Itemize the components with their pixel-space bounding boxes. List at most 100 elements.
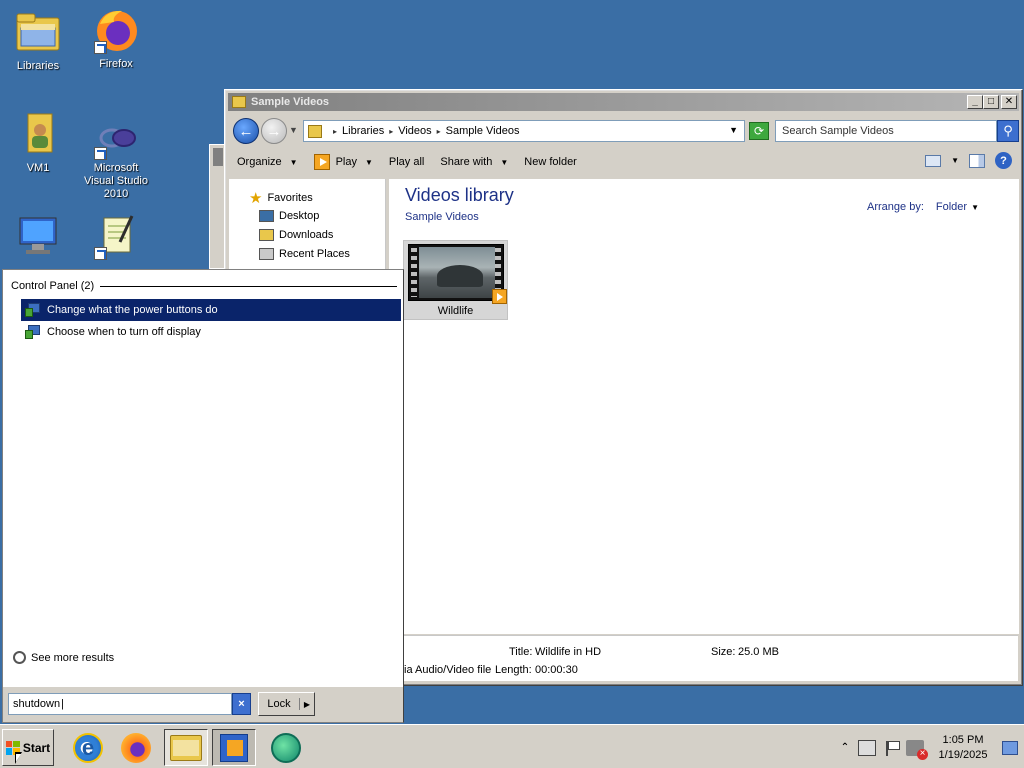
desktop-icon-visual-studio[interactable]: Microsoft Visual Studio 2010: [78, 118, 154, 201]
desktop-icon-label: Firefox: [99, 58, 133, 70]
volume-muted-icon[interactable]: [906, 739, 928, 760]
chevron-down-icon: ▼: [971, 203, 979, 212]
address-dropdown-icon[interactable]: ▼: [729, 125, 738, 135]
clock[interactable]: 1:05 PM 1/19/2025: [930, 733, 996, 763]
shortcut-arrow-icon: [94, 147, 107, 160]
nav-item-recent-places[interactable]: Recent Places: [259, 248, 350, 260]
network-icon[interactable]: [858, 739, 876, 756]
desktop-icon-computer[interactable]: [0, 212, 76, 264]
window-title: Sample Videos: [251, 96, 330, 108]
show-desktop-icon[interactable]: [1002, 740, 1018, 755]
back-button[interactable]: ←: [233, 118, 259, 144]
help-icon[interactable]: ?: [995, 152, 1012, 169]
view-chevron-down-icon[interactable]: ▼: [951, 156, 959, 165]
divider: [100, 285, 397, 287]
address-row: ← → ▼ ▸ Libraries ▸ Videos ▸ Sample Vide…: [229, 116, 1019, 144]
nav-item-downloads[interactable]: Downloads: [259, 229, 333, 241]
details-type: ia Audio/Video file: [404, 664, 492, 676]
shortcut-arrow-icon: [94, 41, 107, 54]
video-play-icon: [492, 289, 507, 304]
forward-button[interactable]: →: [261, 118, 287, 144]
firefox-icon: [92, 6, 140, 54]
search-icon[interactable]: ⚲: [997, 120, 1019, 142]
organize-label: Organize: [237, 156, 282, 168]
see-more-results-link[interactable]: See more results: [13, 651, 114, 664]
search-result-turn-off-display[interactable]: Choose when to turn off display: [21, 321, 401, 343]
recent-pages-chevron-icon[interactable]: ▼: [289, 125, 298, 135]
details-length-value: 00:00:30: [535, 664, 578, 676]
system-tray: ⌃ 1:05 PM 1/19/2025: [838, 729, 1024, 766]
desktop-icon-notepad[interactable]: [78, 212, 154, 264]
see-more-label: See more results: [31, 651, 115, 664]
desktop-icon: [259, 210, 274, 222]
library-title: Videos library: [405, 185, 514, 205]
preview-pane-icon[interactable]: [969, 153, 985, 168]
desktop-icon-label: Microsoft Visual Studio 2010: [83, 162, 148, 200]
desktop-icon-label: Libraries: [16, 60, 60, 72]
star-icon: ★: [249, 190, 263, 207]
start-menu-bottom-bar: shutdown | × Lock ▶: [3, 686, 403, 722]
share-with-button[interactable]: Share with ▼: [432, 150, 516, 174]
maximize-button[interactable]: □: [983, 95, 999, 109]
chevron-right-icon[interactable]: ▶: [300, 700, 314, 709]
play-icon: [313, 154, 330, 170]
chat-app-icon: [271, 732, 301, 763]
breadcrumb-libraries[interactable]: Libraries: [342, 125, 384, 137]
refresh-button[interactable]: ⟳: [749, 122, 769, 140]
shortcut-arrow-icon: [94, 247, 107, 260]
breadcrumb-separator-icon[interactable]: ▸: [389, 127, 393, 136]
new-folder-button[interactable]: New folder: [516, 150, 585, 174]
taskbar-chat-app[interactable]: [264, 729, 308, 766]
play-all-button[interactable]: Play all: [381, 150, 432, 174]
search-input[interactable]: Search Sample Videos: [775, 120, 997, 142]
breadcrumb-separator-icon[interactable]: ▸: [437, 127, 441, 136]
breadcrumb-separator-icon[interactable]: ▸: [333, 127, 337, 136]
clear-search-icon[interactable]: ×: [232, 693, 251, 715]
window-titlebar[interactable]: Sample Videos _ □ ✕: [228, 93, 1019, 111]
folder-icon: [308, 124, 322, 138]
desktop-icon-firefox[interactable]: Firefox: [78, 6, 154, 71]
nav-item-desktop[interactable]: Desktop: [259, 210, 319, 222]
breadcrumb-sample-videos[interactable]: Sample Videos: [446, 125, 520, 137]
organize-button[interactable]: Organize ▼: [229, 150, 306, 174]
arrange-by: Arrange by: Folder ▼: [867, 201, 979, 213]
minimize-button[interactable]: _: [967, 95, 983, 109]
power-options-icon: [25, 302, 41, 318]
close-button[interactable]: ✕: [1001, 95, 1017, 109]
lock-button[interactable]: Lock ▶: [258, 692, 315, 716]
show-hidden-icons-icon[interactable]: ⌃: [838, 742, 852, 753]
desktop-icon-vm1[interactable]: VM1: [0, 110, 76, 175]
details-size-label: Size:: [711, 646, 736, 658]
start-label: Start: [22, 740, 51, 755]
search-result-label: Choose when to turn off display: [47, 326, 201, 338]
action-center-flag-icon[interactable]: [882, 740, 900, 756]
arrange-by-dropdown[interactable]: Folder ▼: [936, 201, 979, 213]
magnifier-icon: [13, 651, 26, 664]
taskbar-firefox[interactable]: [114, 729, 158, 766]
address-bar[interactable]: ▸ Libraries ▸ Videos ▸ Sample Videos ▼: [303, 120, 745, 142]
video-item-wildlife[interactable]: Wildlife: [403, 240, 508, 320]
change-view-icon[interactable]: [925, 154, 942, 167]
result-group-header[interactable]: Control Panel (2): [11, 280, 397, 292]
taskbar: Start e ⌃ 1:05 PM 1/19/2025: [0, 724, 1024, 768]
details-size-value: 25.0 MB: [738, 646, 779, 658]
nav-favorites[interactable]: ★ Favorites: [249, 189, 313, 207]
power-options-icon: [25, 324, 41, 340]
taskbar-windows-explorer[interactable]: [164, 729, 208, 766]
start-search-input[interactable]: shutdown |: [8, 693, 232, 715]
taskbar-internet-explorer[interactable]: e: [66, 729, 110, 766]
new-folder-label: New folder: [524, 156, 577, 168]
media-player-icon: [220, 733, 248, 762]
start-button[interactable]: Start: [2, 729, 54, 766]
taskbar-windows-media-player[interactable]: [212, 729, 256, 766]
details-length-label: Length:: [495, 664, 532, 676]
play-button[interactable]: Play ▼: [306, 150, 381, 174]
desktop-icon-libraries[interactable]: Libraries: [0, 8, 76, 73]
video-item-label: Wildlife: [437, 305, 474, 317]
search-result-power-buttons[interactable]: Change what the power buttons do: [21, 299, 401, 321]
chevron-down-icon: ▼: [364, 157, 373, 167]
clock-date: 1/19/2025: [938, 748, 988, 761]
breadcrumb-videos[interactable]: Videos: [398, 125, 431, 137]
internet-explorer-icon: e: [73, 732, 103, 763]
play-all-label: Play all: [388, 156, 425, 168]
